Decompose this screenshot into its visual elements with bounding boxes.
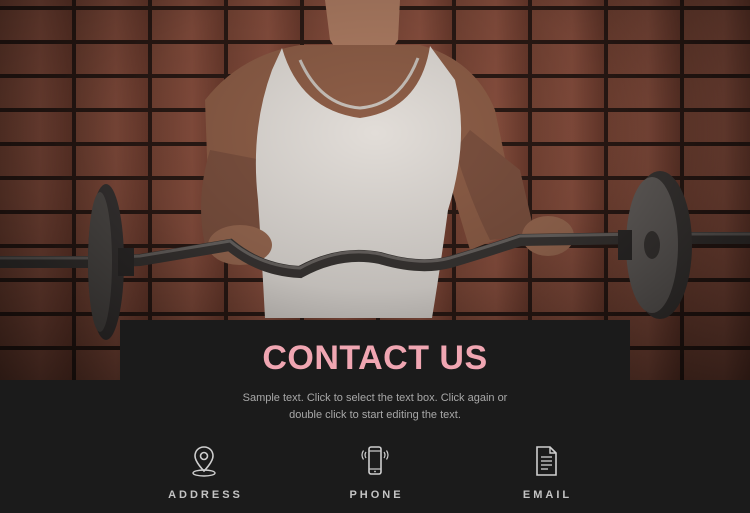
map-pin-icon: [192, 446, 216, 477]
phone-label: PHONE: [349, 489, 404, 501]
email-label: EMAIL: [522, 489, 573, 501]
description-line-2: double click to start editing the text.: [289, 409, 461, 421]
email-item[interactable]: EMAIL: [486, 444, 606, 501]
page-title[interactable]: CONTACT US: [0, 336, 750, 380]
address-label: ADDRESS: [168, 489, 243, 501]
address-item[interactable]: ADDRESS: [144, 444, 264, 501]
phone-item[interactable]: PHONE: [315, 444, 435, 501]
page: CONTACT US Sample text. Click to select …: [0, 0, 750, 513]
document-icon: [536, 446, 557, 476]
contact-description[interactable]: Sample text. Click to select the text bo…: [225, 390, 525, 424]
phone-icon: [361, 446, 389, 475]
description-line-1: Sample text. Click to select the text bo…: [242, 392, 508, 404]
